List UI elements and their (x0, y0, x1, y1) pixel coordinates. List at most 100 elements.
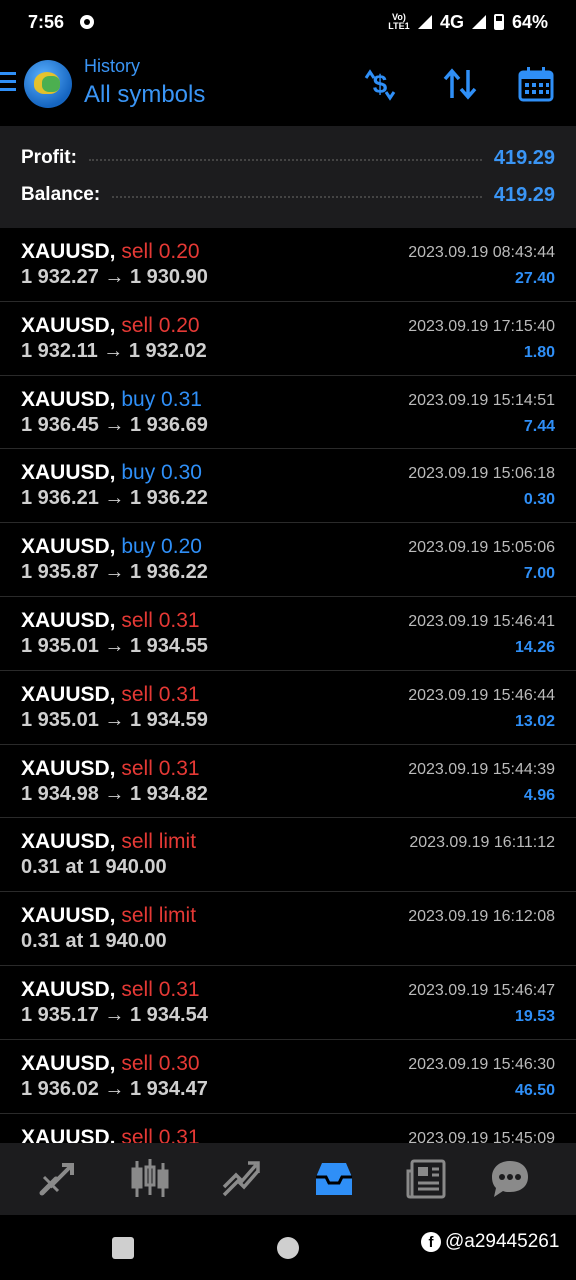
trade-row[interactable]: XAUUSD, buy 0.30 1 936.21 → 1 936.22 2023.… (0, 449, 576, 524)
symbol-name: XAUUSD, (21, 904, 116, 928)
bottom-nav (0, 1143, 576, 1215)
trade-icon[interactable] (220, 1157, 264, 1201)
trade-prices: 1 934.98 → 1 934.82 (21, 782, 208, 805)
trade-type: sell 0.31 (121, 608, 200, 632)
trade-type: buy 0.20 (121, 535, 202, 559)
trade-date: 2023.09.19 16:11:12 (409, 834, 555, 852)
home-button[interactable] (277, 1237, 299, 1259)
trade-date: 2023.09.19 15:06:18 (408, 465, 555, 483)
trade-symbol: XAUUSD, sell limit (21, 904, 196, 928)
app-logo (24, 60, 72, 108)
trade-date: 2023.09.19 16:12:08 (408, 908, 555, 926)
trade-prices: 1 935.01 → 1 934.55 (21, 634, 208, 657)
trade-symbol: XAUUSD, sell 0.31 (21, 683, 200, 707)
symbol-name: XAUUSD, (21, 756, 116, 780)
trade-type: sell 0.31 (121, 977, 200, 1001)
balance-value: 419.29 (493, 183, 555, 206)
dotted-leader (88, 159, 482, 161)
trade-row[interactable]: XAUUSD, buy 0.31 1 936.45 → 1 936.69 2023.… (0, 376, 576, 450)
trade-row[interactable]: XAUUSD, sell 0.20 1 932.27 → 1 930.90 2023… (0, 228, 576, 302)
chat-icon[interactable] (488, 1157, 532, 1201)
trade-date: 2023.09.19 08:43:44 (408, 244, 555, 261)
symbol-name: XAUUSD, (21, 461, 116, 485)
battery-percent: 64% (511, 11, 548, 32)
menu-icon[interactable] (0, 72, 16, 92)
trade-symbol: XAUUSD, sell 0.20 (21, 314, 200, 338)
trade-prices: 1 936.21 → 1 936.22 (21, 487, 208, 510)
trade-date: 2023.09.19 15:05:06 (408, 539, 555, 557)
summary-panel: Profit: 419.29 Balance: 419.29 (0, 126, 576, 228)
watermark-handle: @a29445261 (445, 1231, 560, 1252)
trade-profit: 13.02 (514, 712, 555, 730)
app-header: History All symbols $ (0, 44, 576, 126)
status-right: Vo) LTE1 4G 64% (388, 12, 548, 33)
trade-symbol: XAUUSD, sell 0.30 (21, 1052, 200, 1076)
battery-icon (493, 14, 504, 30)
balance-row: Balance: 419.29 (21, 180, 555, 210)
trade-row[interactable]: XAUUSD, sell 0.31 1 935.01 → 1 934.55 2023… (0, 597, 576, 671)
quotes-icon[interactable] (36, 1157, 80, 1201)
facebook-icon: f (421, 1232, 441, 1252)
trade-symbol: XAUUSD, sell 0.31 (21, 609, 200, 633)
news-icon[interactable] (404, 1157, 448, 1201)
trade-prices: 0.31 at 1 940.00 (21, 856, 167, 879)
trade-type: sell 0.20 (121, 313, 200, 337)
trade-profit: 46.50 (514, 1081, 555, 1099)
trade-prices: 0.31 at 1 940.00 (21, 930, 167, 953)
trade-profit: 7.44 (523, 417, 555, 435)
trade-prices: 1 935.17 → 1 934.54 (21, 1003, 208, 1026)
watermark: f @a29445261 (421, 1231, 559, 1253)
trade-symbol: XAUUSD, buy 0.30 (21, 461, 202, 485)
trade-type: sell limit (121, 904, 197, 928)
symbol-name: XAUUSD, (21, 682, 116, 706)
status-bar: 7:56 Vo) LTE1 4G 64% (0, 0, 576, 44)
balance-label: Balance: (21, 184, 101, 205)
trade-row[interactable]: XAUUSD, sell 0.31 1 935.01 → 1 934.59 2023… (0, 671, 576, 745)
trade-prices: 1 932.27 → 1 930.90 (21, 266, 208, 288)
network-type: 4G (439, 11, 464, 32)
calendar-icon[interactable] (516, 64, 556, 104)
symbol-name: XAUUSD, (21, 1125, 116, 1143)
symbol-name: XAUUSD, (21, 387, 116, 411)
trade-date: 2023.09.19 15:46:30 (408, 1055, 555, 1073)
trade-prices: 1 935.01 → 1 934.59 (21, 708, 208, 731)
history-inbox-icon[interactable] (312, 1157, 356, 1201)
trade-row[interactable]: XAUUSD, sell 0.30 1 936.02 → 1 934.47 2023… (0, 1040, 576, 1114)
trade-row[interactable]: XAUUSD, sell limit 0.31 at 1 940.00 2023.0… (0, 892, 576, 966)
candlestick-icon[interactable] (128, 1157, 172, 1201)
profit-row: Profit: 419.29 (21, 143, 555, 173)
trade-symbol: XAUUSD, sell 0.31 (21, 757, 200, 781)
trade-prices: 1 936.45 → 1 936.69 (21, 413, 208, 436)
deposit-exchange-icon[interactable]: $ (360, 64, 400, 104)
sort-icon[interactable] (440, 64, 480, 104)
symbol-filter[interactable]: All symbols (84, 81, 205, 109)
trade-row[interactable]: XAUUSD, sell 0.31 1 935.17 → 1 934.54 2023… (0, 966, 576, 1040)
trade-row[interactable]: XAUUSD, sell 0.31 1 934.98 → 1 934.82 2023… (0, 745, 576, 819)
notification-icon (80, 15, 95, 29)
status-time: 7:56 (28, 11, 65, 32)
trade-row[interactable]: XAUUSD, buy 0.20 1 935.87 → 1 936.22 2023.… (0, 523, 576, 597)
symbol-name: XAUUSD, (21, 535, 116, 559)
dotted-leader (112, 196, 482, 198)
trade-date: 2023.09.19 15:14:51 (408, 391, 555, 409)
symbol-name: XAUUSD, (21, 608, 116, 632)
trade-type: sell 0.30 (121, 1051, 200, 1075)
trade-row[interactable]: XAUUSD, sell limit 0.31 at 1 940.00 2023.0… (0, 818, 576, 893)
trade-type: sell 0.31 (121, 682, 200, 706)
trade-symbol: XAUUSD, sell 0.31 (21, 1126, 200, 1143)
trade-row[interactable]: XAUUSD, sell 0.31 2023.09.19 15:45:09 (0, 1114, 576, 1143)
symbol-name: XAUUSD, (21, 313, 116, 337)
signal-icon-2 (471, 15, 486, 29)
trade-row[interactable]: XAUUSD, sell 0.20 1 932.11 → 1 932.02 2023… (0, 302, 576, 376)
trade-type: sell limit (121, 830, 197, 854)
profit-label: Profit: (21, 147, 77, 168)
system-nav-bar: f @a29445261 (0, 1215, 576, 1280)
trade-profit: 0.30 (523, 491, 555, 509)
trade-date: 2023.09.19 15:46:41 (408, 612, 555, 630)
trade-prices: 1 935.87 → 1 936.22 (21, 561, 208, 584)
symbol-name: XAUUSD, (21, 1051, 116, 1075)
recents-button[interactable] (112, 1237, 134, 1259)
trade-history-list[interactable]: XAUUSD, sell 0.20 1 932.27 → 1 930.90 2023… (0, 228, 576, 1143)
trade-profit: 1.80 (523, 343, 555, 361)
symbol-name: XAUUSD, (21, 830, 116, 854)
